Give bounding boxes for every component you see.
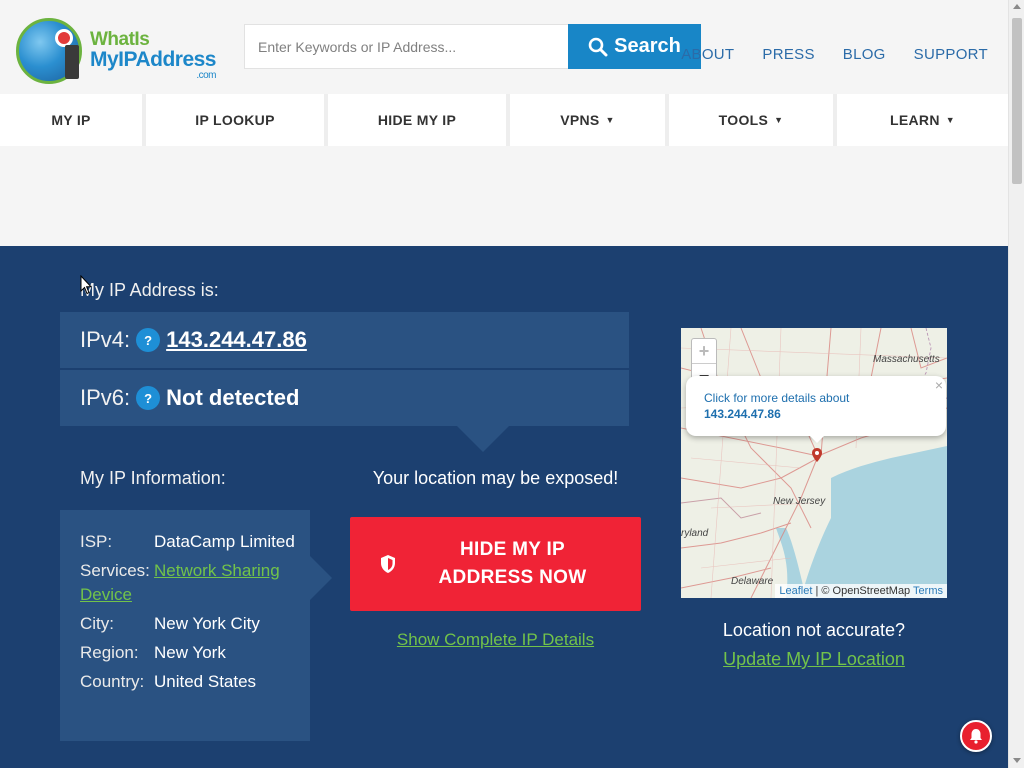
notification-bell-button[interactable] bbox=[960, 720, 992, 752]
caret-down-icon: ▼ bbox=[945, 115, 955, 125]
scroll-up-icon[interactable] bbox=[1013, 4, 1021, 9]
popup-tip bbox=[809, 435, 825, 443]
ipv4-value[interactable]: 143.244.47.86 bbox=[166, 327, 307, 353]
ipv6-row: IPv6: ? Not detected bbox=[60, 370, 629, 426]
scroll-down-icon[interactable] bbox=[1013, 758, 1021, 763]
main-nav: MY IP IP LOOKUP HIDE MY IP VPNS ▼ TOOLS ▼ … bbox=[0, 94, 1008, 146]
caret-down-icon: ▼ bbox=[774, 115, 784, 125]
ipv4-row: IPv4: ? 143.244.47.86 bbox=[60, 312, 629, 368]
shield-icon bbox=[380, 555, 395, 573]
support-link[interactable]: SUPPORT bbox=[914, 46, 988, 63]
isp-value: DataCamp Limited bbox=[154, 532, 295, 551]
nav-vpns[interactable]: VPNS ▼ bbox=[510, 94, 665, 146]
services-line: Services: Network Sharing Device bbox=[80, 561, 280, 604]
zoom-in-button[interactable]: + bbox=[692, 339, 716, 364]
popup-text: Click for more details about bbox=[704, 391, 850, 405]
site-logo[interactable]: WhatIs MyIPAddress .com bbox=[16, 16, 226, 88]
terms-link[interactable]: Terms bbox=[913, 585, 943, 597]
map-label-delaware: Delaware bbox=[731, 576, 774, 587]
city-line: City: New York City bbox=[80, 614, 260, 633]
nav-hide-my-ip[interactable]: HIDE MY IP bbox=[328, 94, 506, 146]
map-label-maryland: ryland bbox=[681, 528, 709, 539]
mouse-cursor-icon bbox=[80, 275, 92, 295]
exposed-warning: Your location may be exposed! bbox=[372, 468, 619, 488]
map-tiles bbox=[681, 328, 947, 598]
bell-icon bbox=[970, 729, 982, 744]
ip-info-heading: My IP Information: bbox=[80, 468, 226, 488]
region-value: New York bbox=[154, 643, 226, 662]
nav-tools[interactable]: TOOLS ▼ bbox=[669, 94, 833, 146]
nav-my-ip[interactable]: MY IP bbox=[0, 94, 142, 146]
map-marker-icon[interactable] bbox=[812, 448, 822, 462]
nav-ip-lookup[interactable]: IP LOOKUP bbox=[146, 94, 324, 146]
map-attribution: Leaflet | © OpenStreetMap Terms bbox=[775, 584, 947, 598]
top-links: ABOUT PRESS BLOG SUPPORT bbox=[653, 46, 988, 63]
city-value: New York City bbox=[154, 614, 260, 633]
not-accurate-text: Location not accurate? bbox=[722, 620, 906, 640]
panel-pointer bbox=[455, 424, 511, 452]
ipv6-label: IPv6: bbox=[80, 385, 131, 410]
show-details-link[interactable]: Show Complete IP Details bbox=[350, 630, 641, 650]
my-ip-heading: My IP Address is: bbox=[80, 280, 219, 300]
map-popup[interactable]: Click for more details about 143.244.47.… bbox=[686, 376, 946, 436]
ip-info-box: ISP: DataCamp Limited Services: Network Sh… bbox=[60, 510, 310, 741]
location-map[interactable]: Massachusetts New Jersey ryland Delaware… bbox=[681, 328, 947, 598]
search-input[interactable] bbox=[244, 24, 570, 69]
info-pointer bbox=[310, 556, 332, 600]
about-link[interactable]: ABOUT bbox=[681, 46, 734, 63]
help-icon[interactable]: ? bbox=[136, 386, 161, 410]
nav-learn[interactable]: LEARN ▼ bbox=[837, 94, 1008, 146]
site-header: WhatIs MyIPAddress .com Search ABOUT PRE… bbox=[0, 0, 1008, 94]
ipv4-label: IPv4: bbox=[80, 327, 131, 352]
scroll-thumb[interactable] bbox=[1012, 18, 1022, 184]
leaflet-link[interactable]: Leaflet bbox=[779, 585, 812, 597]
hide-ip-button[interactable]: HIDE MY IP ADDRESS NOW bbox=[350, 517, 641, 611]
help-icon[interactable]: ? bbox=[136, 328, 161, 352]
region-line: Region: New York bbox=[80, 643, 226, 662]
popup-ip: 143.244.47.86 bbox=[704, 407, 781, 421]
ad-space bbox=[0, 146, 1008, 246]
map-label-massachusetts: Massachusetts bbox=[873, 354, 940, 365]
search-icon bbox=[588, 37, 608, 56]
close-icon[interactable]: × bbox=[935, 377, 943, 393]
country-line: Country: United States bbox=[80, 672, 257, 691]
caret-down-icon: ▼ bbox=[605, 115, 615, 125]
country-value: United States bbox=[154, 672, 257, 691]
isp-line: ISP: DataCamp Limited bbox=[80, 532, 295, 551]
ipv6-value: Not detected bbox=[166, 385, 300, 410]
hide-ip-button-label: HIDE MY IP ADDRESS NOW bbox=[438, 539, 587, 588]
map-label-new-jersey: New Jersey bbox=[773, 496, 826, 507]
press-link[interactable]: PRESS bbox=[762, 46, 814, 63]
blog-link[interactable]: BLOG bbox=[843, 46, 886, 63]
globe-icon bbox=[16, 18, 82, 84]
update-location-link[interactable]: Update My IP Location bbox=[681, 649, 947, 670]
ip-panel: My IP Address is: IPv4: ? 143.244.47.86 … bbox=[0, 246, 1008, 768]
page-scrollbar[interactable] bbox=[1008, 0, 1024, 768]
logo-text: WhatIs MyIPAddress .com bbox=[90, 29, 217, 81]
